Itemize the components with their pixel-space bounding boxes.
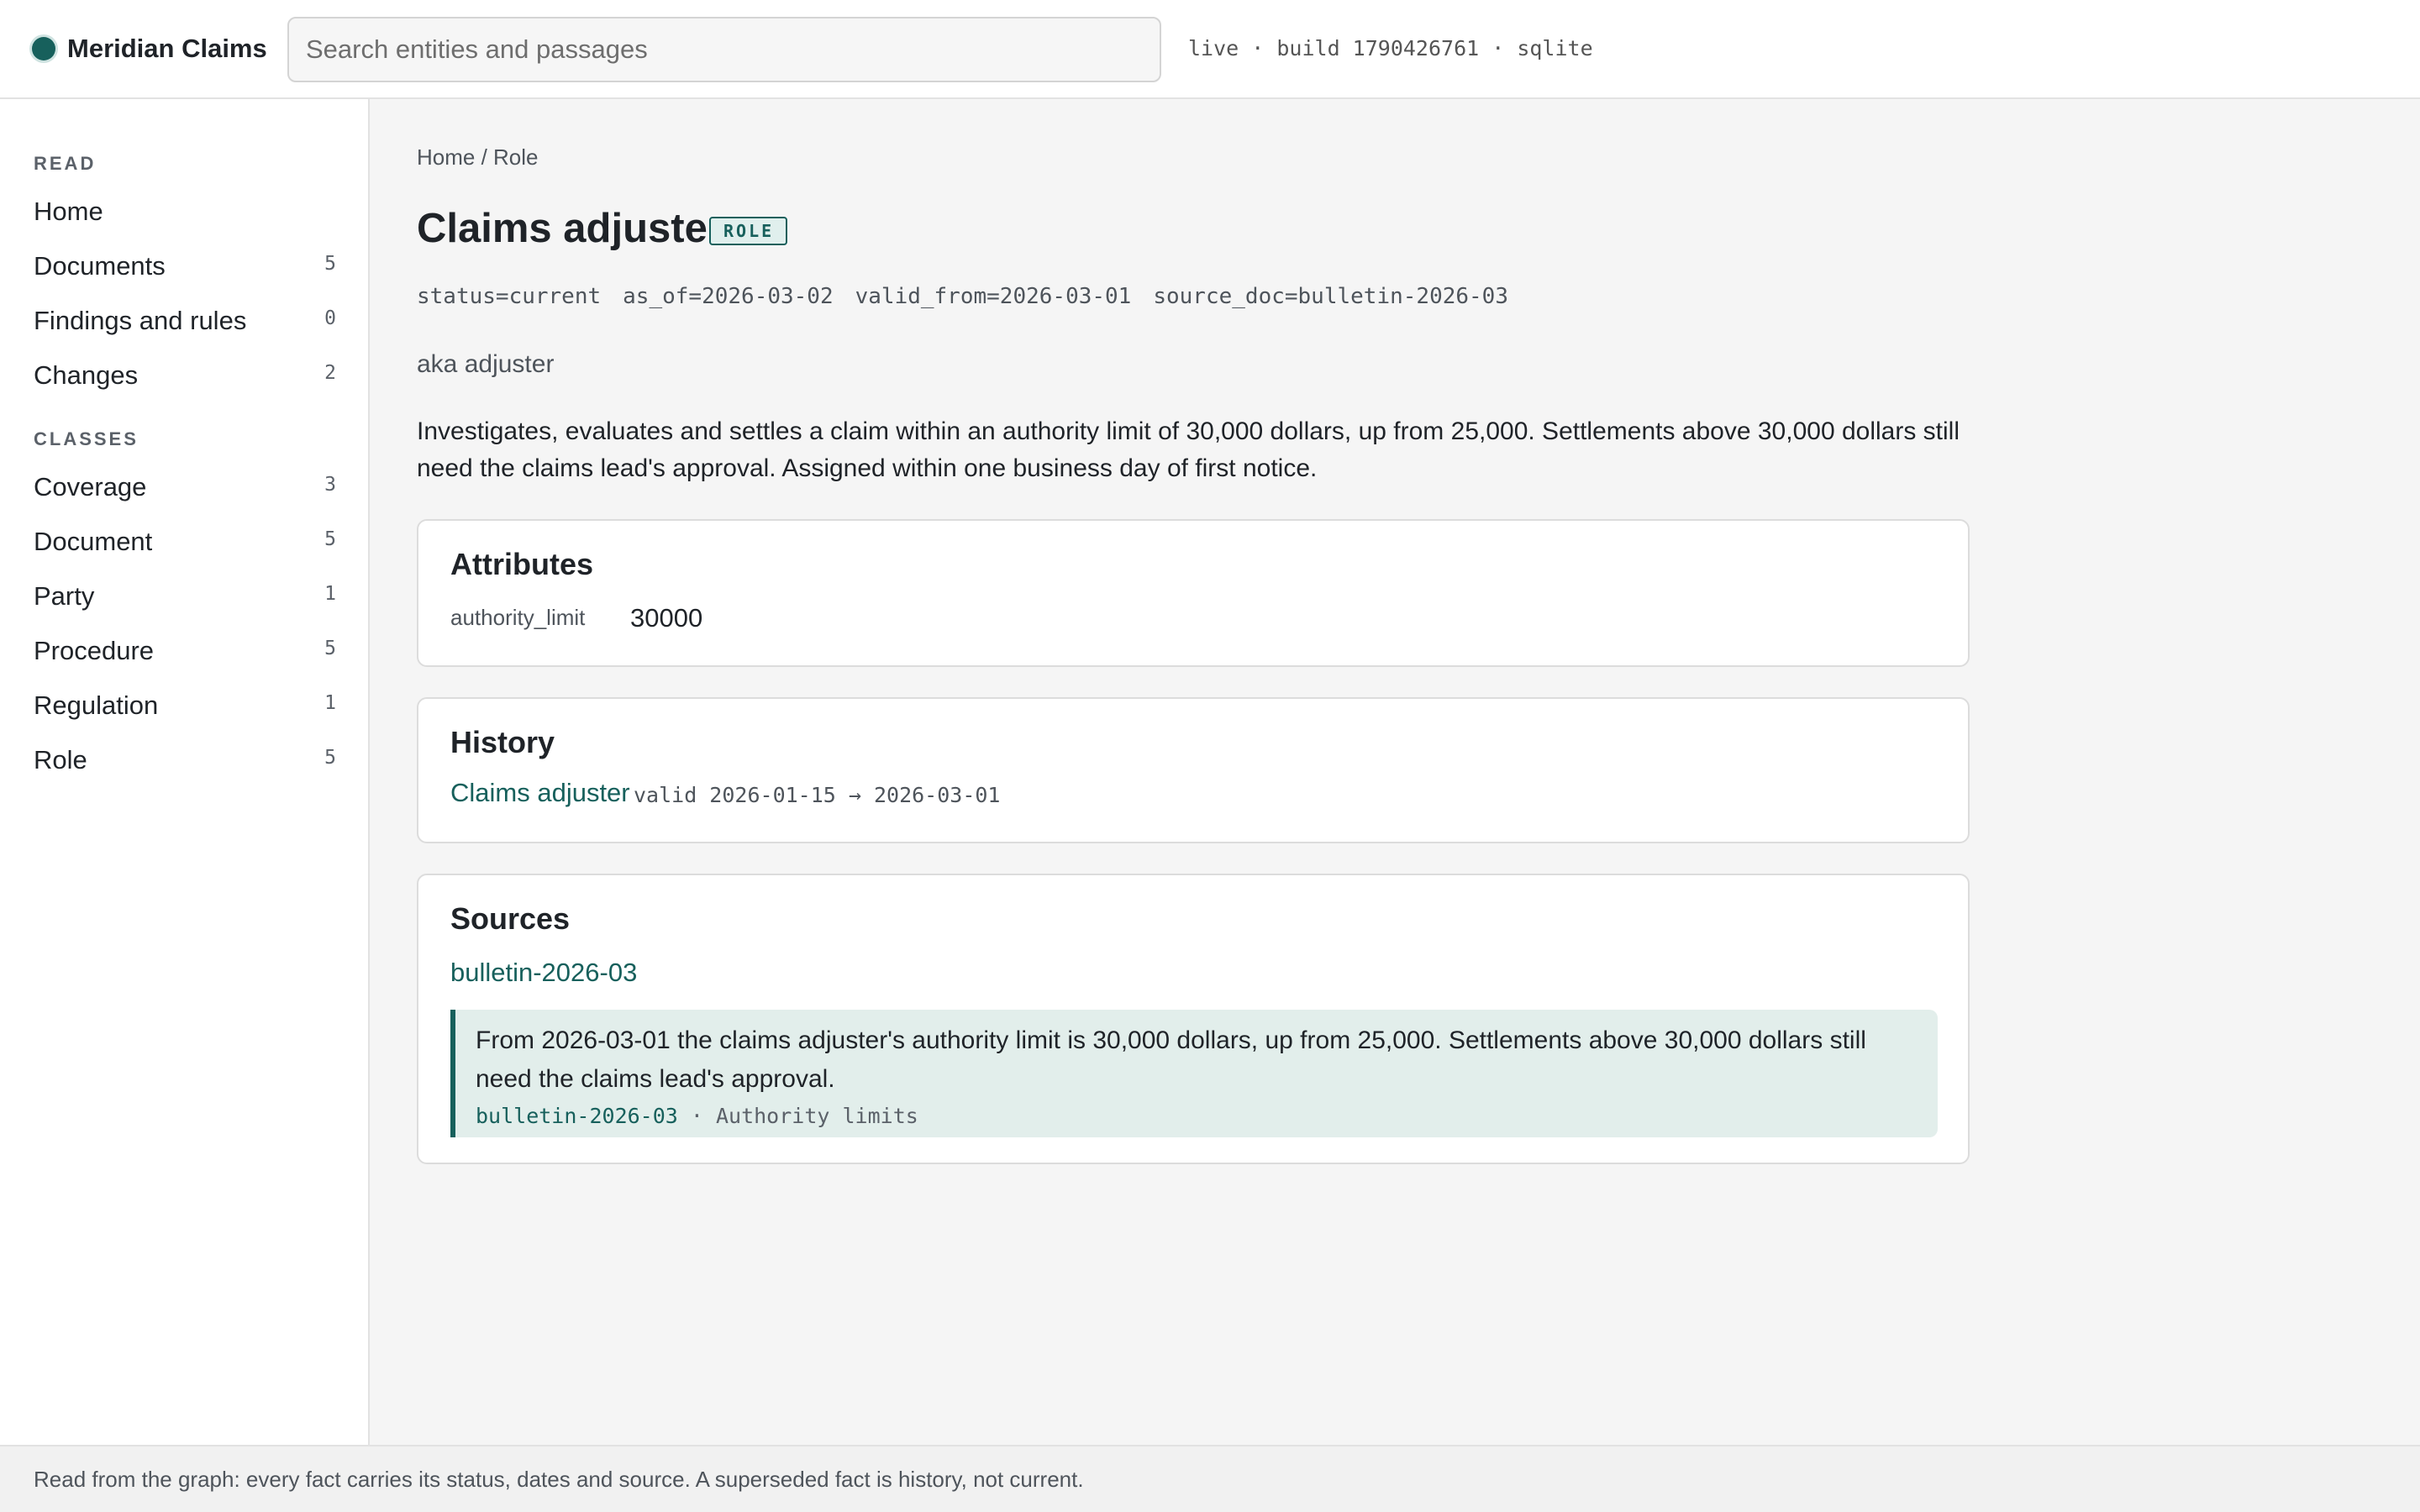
sidebar-item-regulation[interactable]: Regulation 1 xyxy=(34,684,336,727)
sidebar-item-label: Regulation xyxy=(34,690,159,720)
main-content: Home / Role Claims adjuster ROLE status=… xyxy=(370,99,2420,1445)
sidebar-item-document[interactable]: Document 5 xyxy=(34,520,336,564)
history-entry-link[interactable]: Claims adjuster xyxy=(450,778,630,808)
source-passage-text: From 2026-03-01 the claims adjuster's au… xyxy=(476,1026,1866,1093)
entity-description: Investigates, evaluates and settles a cl… xyxy=(417,417,1960,482)
breadcrumb: Home / Role xyxy=(417,143,539,171)
entity-type-badge: ROLE xyxy=(709,217,788,245)
sidebar-item-procedure[interactable]: Procedure 5 xyxy=(34,629,336,673)
sidebar-item-count: 5 xyxy=(324,528,336,550)
sidebar-item-label: Coverage xyxy=(34,472,147,501)
history-card: History Claims adjuster valid 2026-01-15… xyxy=(417,697,1970,843)
page-title: Claims adjuster xyxy=(417,206,723,251)
attributes-card: Attributes authority_limit 30000 xyxy=(417,519,1970,667)
sidebar-item-role[interactable]: Role 5 xyxy=(34,738,336,782)
sidebar-item-label: Documents xyxy=(34,251,166,281)
history-entry-valid-range: valid 2026-01-15 → 2026-03-01 xyxy=(634,783,1001,807)
sidebar-item-home[interactable]: Home xyxy=(34,190,336,234)
app-name[interactable]: Meridian Claims xyxy=(67,32,267,66)
sidebar-item-label: Procedure xyxy=(34,636,155,665)
history-heading: History xyxy=(450,725,555,759)
source-passage-citation: bulletin-2026-03 · Authority limits xyxy=(476,1104,918,1128)
sidebar: READ Home Documents 5 Findings and rules… xyxy=(0,99,370,1445)
sources-heading: Sources xyxy=(450,901,571,936)
breadcrumb-separator: / xyxy=(475,144,494,170)
search-input[interactable] xyxy=(287,17,1161,82)
sidebar-item-count: 5 xyxy=(324,747,336,769)
sidebar-item-count: 5 xyxy=(324,253,336,275)
sidebar-item-count: 1 xyxy=(324,692,336,714)
entity-aka: aka adjuster xyxy=(417,350,555,378)
source-passage: From 2026-03-01 the claims adjuster's au… xyxy=(450,1010,1938,1137)
sidebar-item-count: 0 xyxy=(324,307,336,329)
meta-source-doc: source_doc=bulletin-2026-03 xyxy=(1153,284,1508,309)
sidebar-item-label: Findings and rules xyxy=(34,306,247,335)
sidebar-item-party[interactable]: Party 1 xyxy=(34,575,336,618)
sidebar-item-label: Role xyxy=(34,745,87,774)
top-bar: Meridian Claims live · build 1790426761 … xyxy=(0,0,2420,99)
sidebar-item-changes[interactable]: Changes 2 xyxy=(34,354,336,397)
breadcrumb-role-link[interactable]: Role xyxy=(493,144,538,170)
sidebar-item-documents[interactable]: Documents 5 xyxy=(34,244,336,288)
footer-text: Read from the graph: every fact carries … xyxy=(34,1467,1084,1492)
attribute-value: 30000 xyxy=(630,603,703,633)
attribute-key: authority_limit xyxy=(450,605,586,630)
sidebar-item-findings-and-rules[interactable]: Findings and rules 0 xyxy=(34,299,336,343)
sidebar-item-coverage[interactable]: Coverage 3 xyxy=(34,465,336,509)
sidebar-item-count: 2 xyxy=(324,362,336,384)
sidebar-item-label: Document xyxy=(34,527,153,556)
footer: Read from the graph: every fact carries … xyxy=(0,1445,2420,1512)
sources-card: Sources bulletin-2026-03 From 2026-03-01… xyxy=(417,874,1970,1164)
sidebar-item-label: Party xyxy=(34,581,95,611)
sidebar-item-label: Home xyxy=(34,197,103,226)
citation-document[interactable]: bulletin-2026-03 xyxy=(476,1104,678,1128)
build-info: live · build 1790426761 · sqlite xyxy=(1188,36,1593,60)
sidebar-item-count: 5 xyxy=(324,638,336,659)
brand-logo-icon xyxy=(32,37,55,60)
meta-valid-from: valid_from=2026-03-01 xyxy=(855,284,1132,309)
attributes-heading: Attributes xyxy=(450,547,593,581)
meta-status: status=current xyxy=(417,284,602,309)
sidebar-item-count: 1 xyxy=(324,583,336,605)
nav-section-read: READ xyxy=(34,153,97,174)
sidebar-item-count: 3 xyxy=(324,474,336,496)
nav-section-classes: CLASSES xyxy=(34,428,139,449)
meta-as-of: as_of=2026-03-02 xyxy=(623,284,834,309)
sidebar-item-label: Changes xyxy=(34,360,139,390)
entity-meta: status=current as_of=2026-03-02 valid_from… xyxy=(417,284,1530,309)
source-document-link[interactable]: bulletin-2026-03 xyxy=(450,958,637,988)
breadcrumb-home-link[interactable]: Home xyxy=(417,144,475,170)
citation-section: · Authority limits xyxy=(677,1104,918,1128)
